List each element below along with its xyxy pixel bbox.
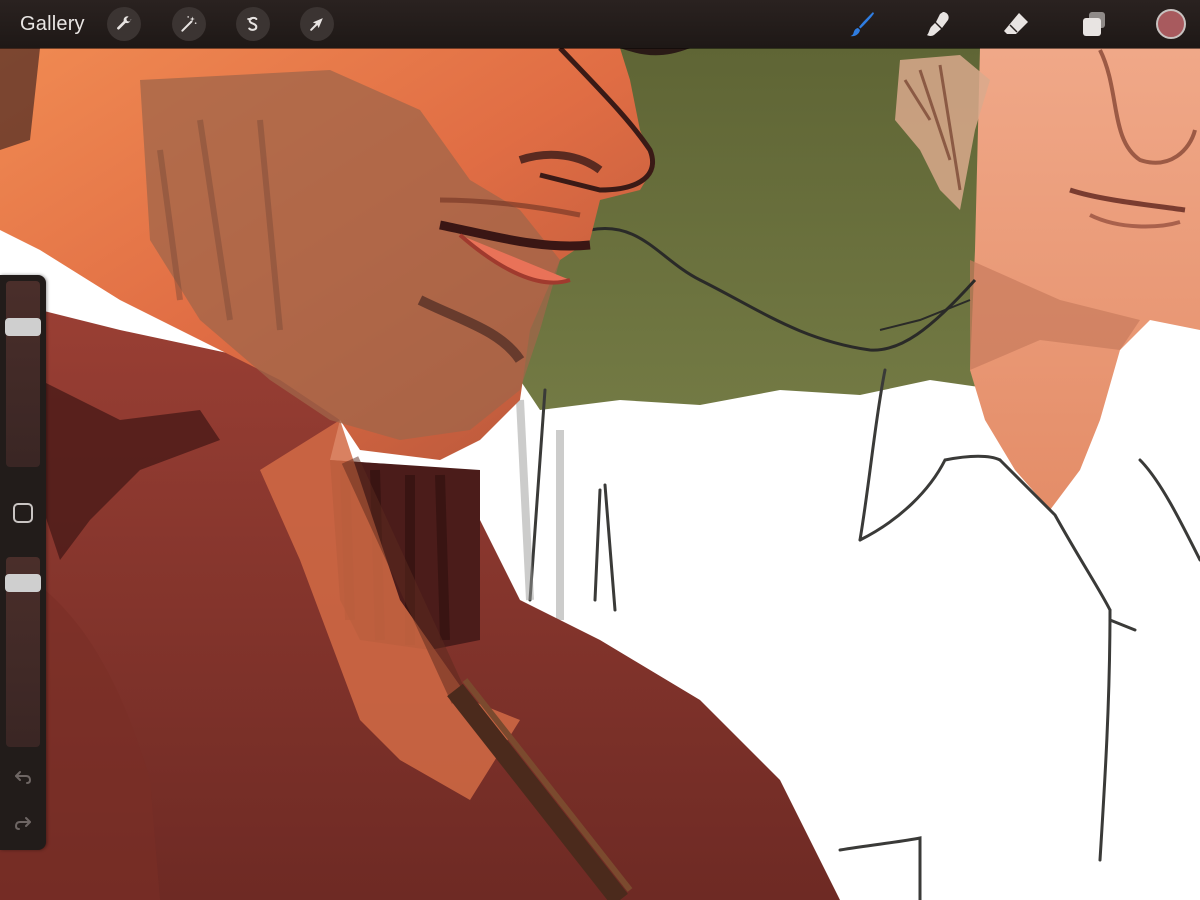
actions-button[interactable] [107, 7, 141, 41]
brush-button[interactable] [844, 6, 880, 42]
artwork [0, 0, 1200, 900]
eraser-button[interactable] [998, 6, 1034, 42]
color-picker-button[interactable] [1156, 9, 1186, 39]
brush-size-thumb[interactable] [5, 317, 41, 336]
eraser-icon [1004, 13, 1028, 34]
smudge-button[interactable] [920, 6, 956, 42]
smudge-finger-icon [927, 12, 949, 36]
redo-arrow-icon[interactable] [11, 811, 35, 835]
gallery-button[interactable]: Gallery [20, 0, 85, 48]
drawing-canvas[interactable] [0, 0, 1200, 900]
arrow-cursor-icon [310, 18, 323, 31]
wrench-icon [117, 16, 132, 30]
paintbrush-icon [850, 12, 874, 37]
transform-button[interactable] [300, 7, 334, 41]
brush-size-slider[interactable] [6, 281, 40, 467]
layers-icon [1083, 12, 1105, 36]
adjustments-button[interactable] [172, 7, 206, 41]
selection-s-icon [247, 16, 258, 31]
left-sidebar [0, 275, 46, 850]
undo-arrow-icon[interactable] [11, 765, 35, 789]
layers-button[interactable] [1076, 6, 1112, 42]
selection-button[interactable] [236, 7, 270, 41]
top-toolbar: Gallery [0, 0, 1200, 48]
opacity-thumb[interactable] [5, 574, 41, 593]
modify-button[interactable] [13, 503, 33, 523]
magic-wand-icon [181, 16, 197, 32]
